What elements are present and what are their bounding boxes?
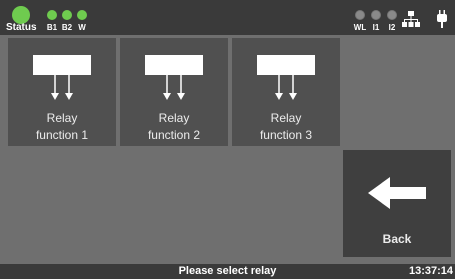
- relay-arrows-icon: [275, 75, 297, 100]
- relay-function-2-tile[interactable]: Relay function 2: [120, 38, 228, 146]
- wl-indicator: [355, 10, 365, 20]
- relay-label-line2: function 3: [259, 128, 313, 142]
- status-message: Please select relay: [178, 265, 277, 277]
- relay-label-line1: Relay: [46, 111, 78, 125]
- relay-icon: [145, 55, 203, 75]
- w-label: W: [78, 23, 86, 32]
- b2-label: B2: [61, 23, 73, 32]
- back-label: Back: [382, 232, 412, 246]
- w-indicator: [77, 10, 87, 20]
- top-status-bar: Status B1 B2 W WL I1 I2: [0, 0, 455, 35]
- relay-label-line1: Relay: [270, 111, 302, 125]
- relay-icon: [257, 55, 315, 75]
- b1-label: B1: [46, 23, 58, 32]
- i1-label: I1: [372, 23, 380, 32]
- network-icon: [402, 11, 420, 27]
- i2-label: I2: [388, 23, 396, 32]
- back-button[interactable]: Back: [343, 150, 451, 257]
- clock: 13:37:14: [408, 265, 453, 277]
- b1-indicator: [47, 10, 57, 20]
- status-label: Status: [6, 22, 37, 33]
- relay-function-1-tile[interactable]: Relay function 1: [8, 38, 116, 146]
- relay-label-line2: function 1: [35, 128, 89, 142]
- plug-icon: [437, 10, 447, 28]
- relay-icon: [33, 55, 91, 75]
- relay-arrows-icon: [163, 75, 185, 100]
- i2-indicator: [387, 10, 397, 20]
- wl-label: WL: [353, 23, 367, 32]
- relay-arrows-icon: [51, 75, 73, 100]
- relay-label-line1: Relay: [158, 111, 190, 125]
- i1-indicator: [371, 10, 381, 20]
- relay-label-line2: function 2: [147, 128, 201, 142]
- arrow-left-icon: [368, 177, 426, 209]
- relay-function-3-tile[interactable]: Relay function 3: [232, 38, 340, 146]
- b2-indicator: [62, 10, 72, 20]
- bottom-status-bar: Please select relay 13:37:14: [0, 264, 455, 279]
